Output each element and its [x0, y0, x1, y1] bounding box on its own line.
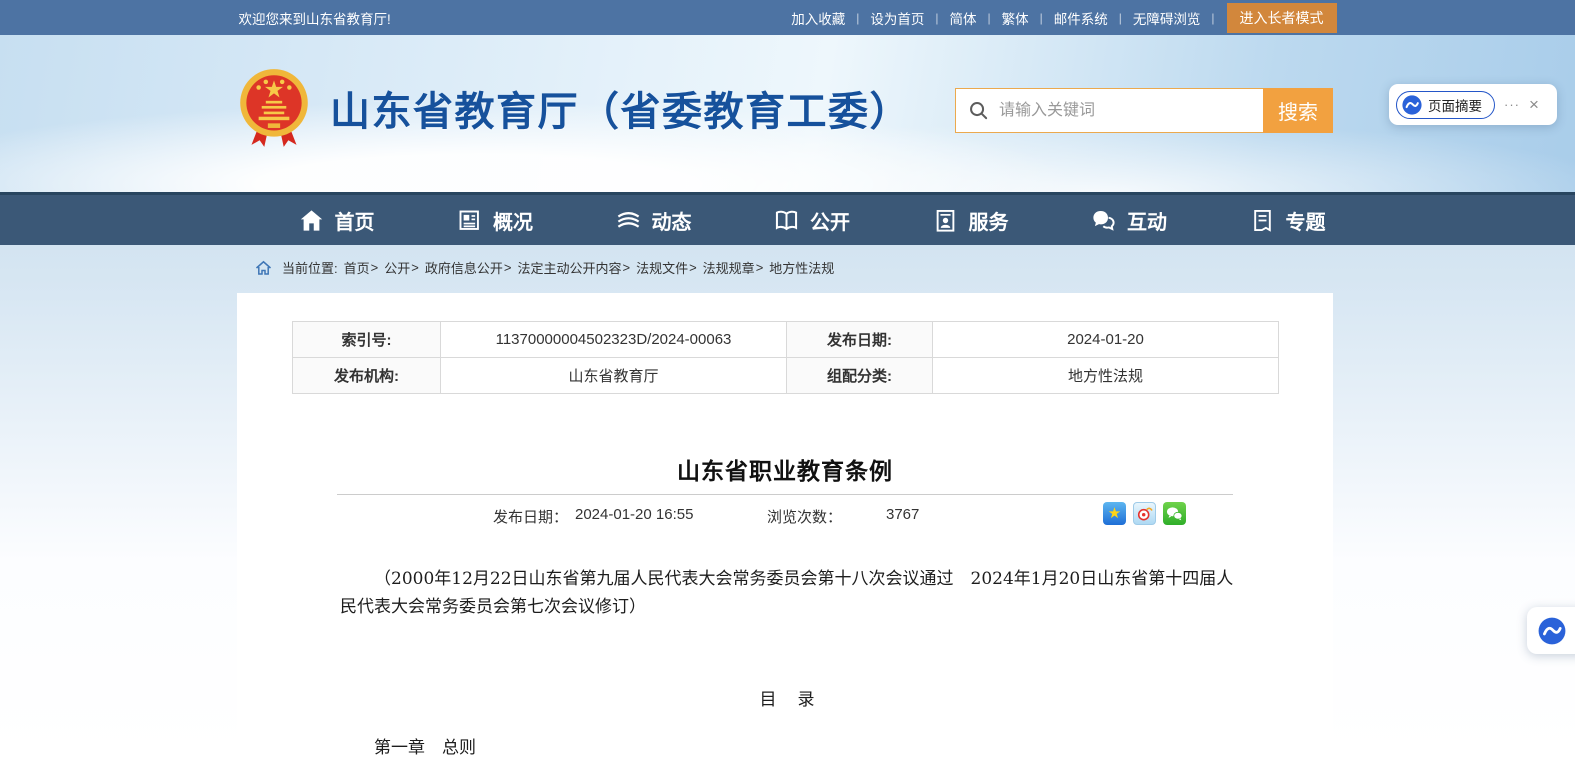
set-homepage-link[interactable]: 设为首页: [859, 8, 935, 28]
side-assistant-button[interactable]: [1527, 607, 1575, 654]
layers-stack-icon: [615, 207, 642, 234]
site-title: 山东省教育厅（省委教育工委）: [330, 79, 911, 137]
issuing-agency-label: 发布机构:: [293, 358, 441, 394]
enactment-paragraph: （2000年12月22日山东省第九届人民代表大会常务委员会第十八次会议通过 20…: [340, 565, 1236, 621]
main-nav: 首页 概况 动态 公开: [0, 192, 1575, 245]
accessibility-link[interactable]: 无障碍浏览: [1122, 8, 1212, 28]
publish-date: 2024-01-20 16:55: [575, 506, 693, 523]
national-emblem-icon: [238, 65, 310, 151]
assistant-icon: [1538, 617, 1566, 645]
category-label: 组配分类:: [787, 358, 933, 394]
publish-date-label: 发布日期:: [787, 322, 933, 358]
site-logo[interactable]: 山东省教育厅（省委教育工委）: [238, 65, 911, 151]
article-title: 山东省职业教育条例: [237, 452, 1333, 486]
crumb-statutory-content[interactable]: 法定主动公开内容: [517, 258, 621, 277]
crumb-local-regulations[interactable]: 地方性法规: [769, 258, 834, 277]
views-label: 浏览次数：: [767, 506, 842, 527]
person-badge-icon: [932, 207, 959, 234]
page-summary-button[interactable]: 页面摘要: [1396, 91, 1495, 119]
nav-item-news[interactable]: 动态: [615, 206, 692, 235]
breadcrumb-prefix: 当前位置:: [282, 258, 338, 277]
crumb-home[interactable]: 首页: [344, 258, 370, 277]
elder-mode-button[interactable]: 进入长者模式: [1227, 3, 1337, 33]
nav-item-interaction[interactable]: 互动: [1090, 206, 1167, 235]
nav-item-disclosure[interactable]: 公开: [773, 206, 850, 235]
doc-info-table: 索引号: 11370000004502323D/2024-00063 发布日期:…: [292, 321, 1279, 394]
top-links: 加入收藏 | 设为首页 | 简体 | 繁体 | 邮件系统 | 无障碍浏览 | 进…: [780, 0, 1336, 35]
share-qzone-icon[interactable]: ★: [1103, 502, 1126, 525]
toc-chapter-1: 第一章 总则: [340, 733, 1236, 758]
crumb-gov-info[interactable]: 政府信息公开: [425, 258, 503, 277]
nav-item-home[interactable]: 首页: [298, 206, 375, 235]
nav-item-overview[interactable]: 概况: [456, 206, 533, 235]
table-row: 索引号: 11370000004502323D/2024-00063 发布日期:…: [293, 322, 1279, 358]
table-row: 发布机构: 山东省教育厅 组配分类: 地方性法规: [293, 358, 1279, 394]
content-card: 索引号: 11370000004502323D/2024-00063 发布日期:…: [237, 293, 1333, 756]
toc-heading: 目 录: [340, 685, 1236, 710]
page-summary-widget: 页面摘要 ··· ×: [1389, 84, 1557, 125]
page-body: 当前位置: 首页 > 公开 > 政府信息公开 > 法定主动公开内容 > 法规文件…: [0, 245, 1575, 756]
breadcrumb: 当前位置: 首页 > 公开 > 政府信息公开 > 法定主动公开内容 > 法规文件…: [255, 245, 834, 290]
open-book-icon: [773, 207, 800, 234]
chat-bubbles-icon: [1090, 207, 1117, 234]
newspaper-icon: [456, 207, 483, 234]
top-utility-bar: 欢迎您来到山东省教育厅! 加入收藏 | 设为首页 | 简体 | 繁体 | 邮件系…: [0, 0, 1575, 35]
crumb-regulations[interactable]: 法规规章: [703, 258, 755, 277]
assistant-icon: [1402, 95, 1422, 115]
share-buttons: ★: [1103, 502, 1186, 525]
home-icon: [298, 207, 325, 234]
publish-date-value: 2024-01-20: [933, 322, 1279, 358]
category-value: 地方性法规: [933, 358, 1279, 394]
link-separator: |: [1211, 11, 1214, 25]
add-favorite-link[interactable]: 加入收藏: [780, 8, 856, 28]
issuing-agency-value: 山东省教育厅: [441, 358, 787, 394]
title-divider: [337, 494, 1233, 495]
search-box: 搜索: [955, 88, 1333, 133]
document-list-icon: [1249, 207, 1276, 234]
close-icon[interactable]: ×: [1529, 96, 1539, 113]
index-number-label: 索引号:: [293, 322, 441, 358]
traditional-chinese-link[interactable]: 繁体: [991, 8, 1040, 28]
nav-item-services[interactable]: 服务: [932, 206, 1009, 235]
mail-system-link[interactable]: 邮件系统: [1043, 8, 1119, 28]
crumb-regulation-files[interactable]: 法规文件: [636, 258, 688, 277]
more-options-icon[interactable]: ···: [1504, 98, 1520, 111]
site-header: 山东省教育厅（省委教育工委） 搜索 页面摘要 ··· ×: [0, 35, 1575, 192]
views-count: 3767: [886, 506, 919, 523]
share-weibo-icon[interactable]: [1133, 502, 1156, 525]
welcome-text: 欢迎您来到山东省教育厅!: [239, 8, 391, 28]
article-body: （2000年12月22日山东省第九届人民代表大会常务委员会第十八次会议通过 20…: [340, 565, 1236, 758]
crumb-disclosure[interactable]: 公开: [384, 258, 410, 277]
nav-item-topics[interactable]: 专题: [1249, 206, 1326, 235]
search-icon: [968, 100, 989, 121]
publish-date-label: 发布日期：: [493, 506, 568, 527]
simplified-chinese-link[interactable]: 简体: [939, 8, 988, 28]
article-meta: 发布日期： 2024-01-20 16:55 浏览次数： 3767 ★: [237, 499, 1333, 531]
home-icon: [255, 260, 272, 276]
page-summary-label: 页面摘要: [1428, 95, 1482, 115]
share-wechat-icon[interactable]: [1163, 502, 1186, 525]
index-number-value: 11370000004502323D/2024-00063: [441, 322, 787, 358]
search-input[interactable]: [997, 101, 1263, 121]
search-button[interactable]: 搜索: [1263, 88, 1333, 133]
